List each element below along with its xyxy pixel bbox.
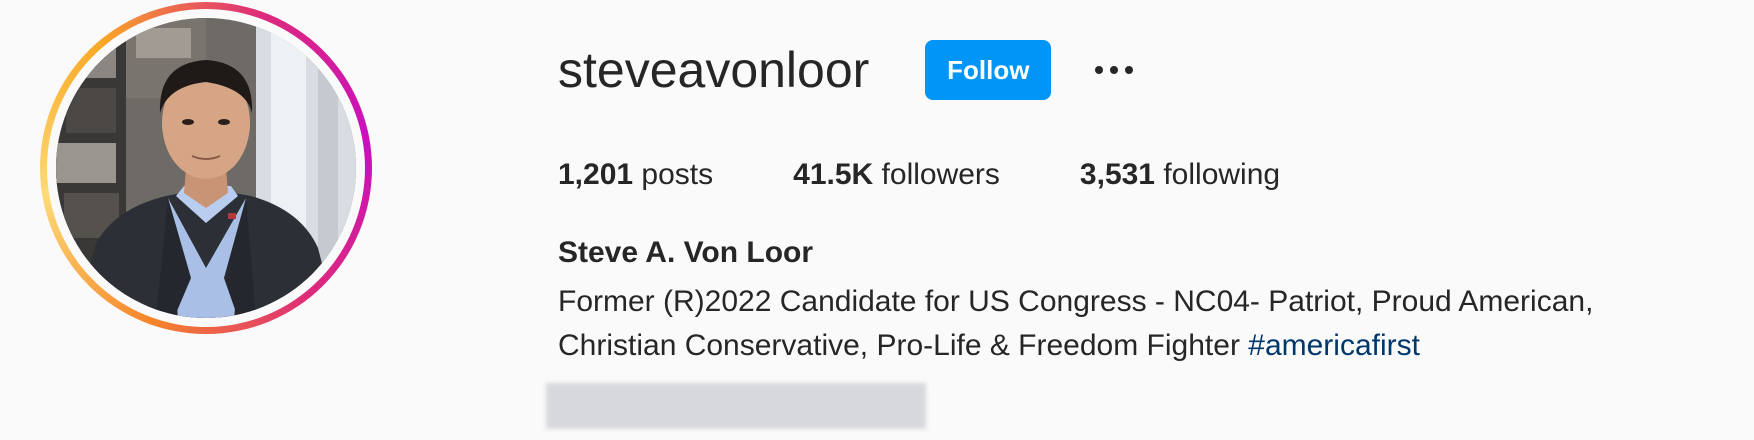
posts-label: posts [641, 158, 714, 191]
follow-button[interactable]: Follow [925, 40, 1052, 100]
posts-count: 1,201 [558, 158, 634, 191]
dot [1110, 66, 1119, 74]
following-stat[interactable]: 3,531 following [1080, 158, 1280, 192]
more-horizontal-icon[interactable] [1089, 56, 1139, 84]
story-ring[interactable] [40, 2, 372, 334]
bio: Former (R)2022 Candidate for US Congress… [558, 280, 1734, 368]
dot [1125, 66, 1134, 74]
posts-stat[interactable]: 1,201 posts [558, 158, 713, 192]
avatar[interactable] [56, 18, 356, 318]
full-name: Steve A. Von Loor [558, 236, 814, 269]
followers-label: followers [881, 158, 1000, 191]
profile-info: steveavonloor Follow 1,201 posts 41.5K f… [558, 30, 1734, 368]
following-label: following [1163, 158, 1281, 191]
followers-count: 41.5K [793, 158, 874, 191]
bio-line-2-text: Christian Conservative, Pro-Life & Freed… [558, 329, 1249, 362]
dot [1095, 66, 1104, 74]
hashtag-link[interactable]: #americafirst [1248, 329, 1420, 362]
profile-photo [56, 18, 356, 318]
profile-stats: 1,201 posts 41.5K followers 3,531 follow… [558, 158, 1734, 192]
following-count: 3,531 [1079, 158, 1155, 191]
username: steveavonloor [558, 42, 870, 98]
profile-title-row: steveavonloor Follow [558, 30, 1734, 110]
bio-line-1: Former (R)2022 Candidate for US Congress… [558, 285, 1594, 318]
bio-line-2: Christian Conservative, Pro-Life & Freed… [558, 324, 1734, 368]
profile-header: steveavonloor Follow 1,201 posts 41.5K f… [0, 0, 1754, 440]
redacted-link [546, 383, 926, 429]
followers-stat[interactable]: 41.5K followers [793, 158, 1000, 192]
avatar-gap [47, 9, 365, 327]
